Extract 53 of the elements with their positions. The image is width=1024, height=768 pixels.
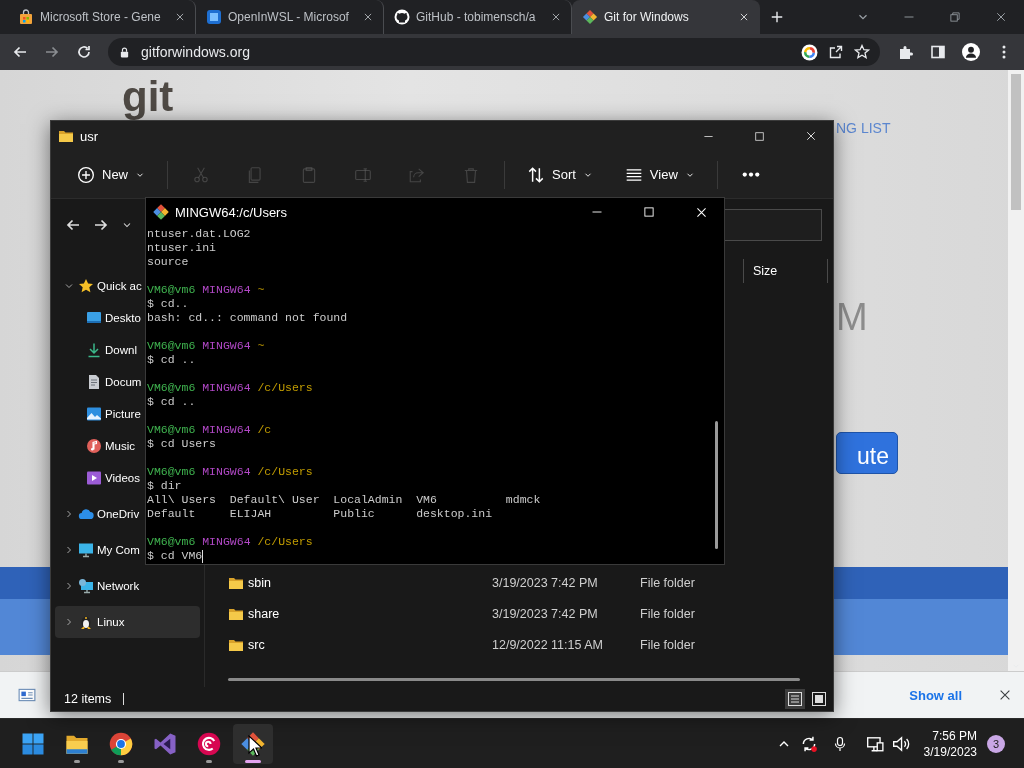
sidebar-item[interactable]: Videos	[55, 462, 140, 494]
sidebar-item[interactable]: My Com	[55, 534, 140, 566]
terminal-line: bash: cd..: command not found	[147, 311, 348, 325]
address-bar[interactable]: gitforwindows.org	[108, 38, 880, 66]
sidebar-item[interactable]: Docum	[55, 366, 142, 398]
site-logo: git	[122, 76, 174, 118]
terminal-line: Default ELIJAH Public desktop.ini	[147, 507, 493, 521]
item-count: 12 items	[64, 692, 112, 706]
terminal-line: $ cd ..	[147, 353, 196, 367]
terminal-line: $ cd Users	[147, 437, 216, 451]
terminal-line: ntuser.dat.LOG2	[147, 227, 251, 241]
file-type: File folder	[640, 606, 696, 621]
file-type: File folder	[640, 637, 696, 652]
column-header[interactable]: Size	[743, 259, 828, 283]
file-name[interactable]: src	[248, 637, 488, 652]
sidebar-item[interactable]: Linux	[55, 606, 200, 638]
browser-tab[interactable]: Git for Windows	[572, 0, 760, 34]
terminal-line: $ cd..	[147, 297, 189, 311]
view-button[interactable]: View	[610, 157, 709, 192]
prompt-line: VM6@vm6 MINGW64 ~	[147, 339, 265, 353]
terminal-line: source	[147, 255, 189, 269]
file-type: File folder	[640, 575, 696, 590]
window-title: MINGW64:/c/Users	[175, 204, 287, 220]
sort-button[interactable]: Sort	[513, 157, 607, 192]
prompt-line: VM6@vm6 MINGW64 /c/Users	[147, 535, 313, 549]
prompt-line: VM6@vm6 MINGW64 ~	[147, 283, 265, 297]
show-all-button[interactable]: Show all	[901, 683, 970, 707]
sidebar-item[interactable]: Downl	[55, 334, 137, 366]
terminal-line: $ cd ..	[147, 395, 196, 409]
terminal-line: All\ Users Default\ User LocalAdmin VM6 mdmck	[147, 493, 541, 507]
notification-badge[interactable]: 3	[987, 734, 1005, 753]
prompt-line: VM6@vm6 MINGW64 /c/Users	[147, 465, 313, 479]
date-modified: 12/9/2022 11:15 AM	[492, 637, 604, 652]
file-name[interactable]: share	[248, 606, 488, 621]
sidebar-item[interactable]: OneDriv	[55, 498, 140, 530]
terminal-line: ntuser.ini	[147, 241, 216, 255]
window-title: usr	[80, 128, 99, 144]
terminal-line: $ dir	[147, 479, 182, 493]
sidebar-item[interactable]: Deskto	[55, 302, 141, 334]
date-modified: 3/19/2023 7:42 PM	[492, 606, 599, 621]
command-input[interactable]: $ cd VM6	[147, 549, 203, 563]
heading: M	[836, 296, 868, 339]
prompt-line: VM6@vm6 MINGW64 /c	[147, 423, 272, 437]
clock[interactable]: 7:56 PM 3/19/2023	[917, 727, 983, 760]
date-modified: 3/19/2023 7:42 PM	[492, 575, 599, 590]
file-name[interactable]: sbin	[248, 575, 488, 590]
sidebar-item[interactable]: Picture	[55, 398, 141, 430]
new-button[interactable]: New	[63, 157, 159, 192]
sidebar-item[interactable]: Music	[55, 430, 136, 462]
sidebar-item[interactable]: Network	[55, 570, 140, 602]
prompt-line: VM6@vm6 MINGW64 /c/Users	[147, 381, 313, 395]
sidebar-item[interactable]: Quick ac	[55, 270, 142, 302]
download-button[interactable]: ute	[836, 432, 898, 474]
